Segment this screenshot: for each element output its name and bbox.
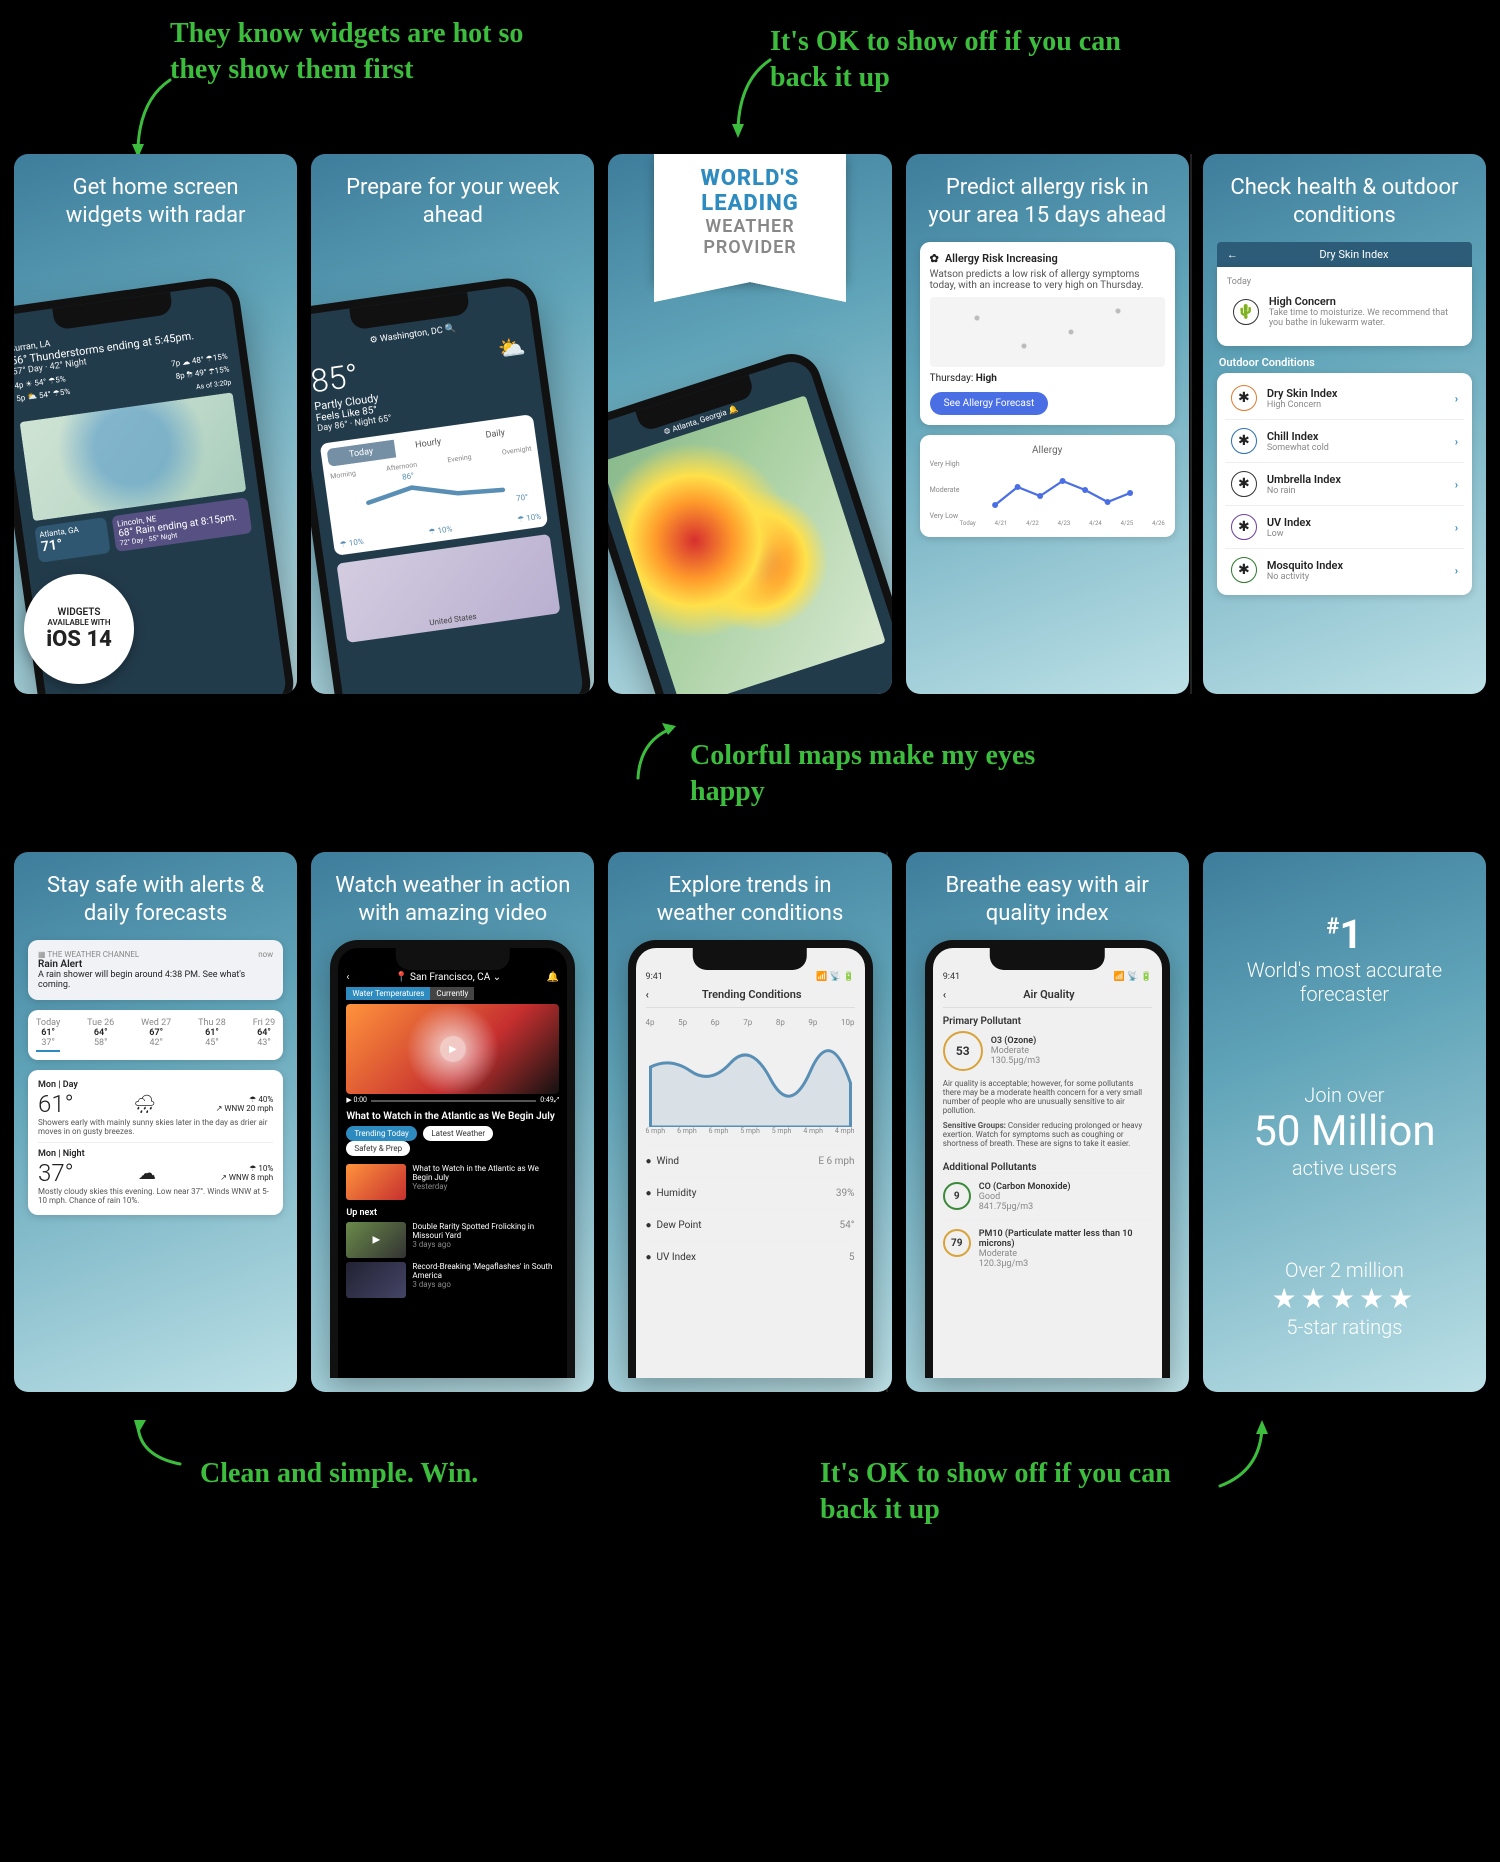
condition-icon: ✱ [1231,557,1257,583]
trend-row[interactable]: ● UV Index5 [646,1241,855,1273]
location: Washington, DC [380,326,444,345]
star-rating: ★★★★★ [1272,1282,1418,1315]
aqi-value: 53 [943,1031,983,1071]
day-column[interactable]: Wed 2767°42° [141,1018,171,1052]
play-icon[interactable]: ▶ [440,1036,466,1062]
screenshot-row-2: Stay safe with alerts & daily forecasts … [0,838,1500,1406]
panel-trends: Explore trends in weather conditions 9:4… [608,852,891,1392]
panel-headline: Explore trends in weather conditions [622,872,877,928]
panel-allergy: Predict allergy risk in your area 15 day… [906,154,1189,694]
panel-health-conditions: Check health & outdoor conditions ← Dry … [1203,154,1486,694]
annotation-top-left: They know widgets are hot so they show t… [170,16,570,89]
ios14-badge: WIDGETS AVAILABLE WITH iOS 14 [24,574,134,684]
condition-icon: ✱ [1231,514,1257,540]
screenshot-row-1: Get home screen widgets with radar Curra… [0,140,1500,708]
panel-headline: Predict allergy risk in your area 15 day… [920,174,1175,230]
back-icon[interactable]: ‹ [646,988,649,1001]
panel-headline: Prepare for your week ahead [325,174,580,230]
pill-latest[interactable]: Latest Weather [423,1126,493,1141]
night-temp: 37° [38,1159,74,1187]
annotation-bottom-right: It's OK to show off if you can back it u… [820,1456,1200,1529]
panel-video: Watch weather in action with amazing vid… [311,852,594,1392]
arrow-icon [120,1416,190,1476]
bell-icon[interactable]: 🔔 [547,972,559,983]
condition-row[interactable]: ✱ Mosquito IndexNo activity › [1225,549,1464,591]
condition-row[interactable]: ✱ Dry Skin IndexHigh Concern › [1225,377,1464,420]
pollutant-row[interactable]: 79 PM10 (Particulate matter less than 10… [943,1220,1152,1277]
rank-badge: #1 [1217,911,1472,958]
condition-icon: ✱ [1231,385,1257,411]
panel-world-leading: WORLD'S LEADING WEATHER PROVIDER ⚙ Atlan… [608,154,891,694]
chevron-right-icon: › [1455,478,1458,491]
panel-headline: Stay safe with alerts & daily forecasts [28,872,283,928]
day-column[interactable]: Fri 2964°43° [253,1018,275,1052]
pollutant-row[interactable]: 9 CO (Carbon Monoxide)Good841.75µg/m3 [943,1173,1152,1220]
condition-row[interactable]: ✱ Chill IndexSomewhat cold › [1225,420,1464,463]
panel-headline: Get home screen widgets with radar [28,174,283,230]
chevron-right-icon: › [1455,435,1458,448]
annotation-top-right: It's OK to show off if you can back it u… [770,24,1150,97]
panel-alerts: Stay safe with alerts & daily forecasts … [14,852,297,1392]
flower-icon: ✿ [930,252,939,265]
arrow-icon [620,718,680,788]
panel-headline: Breathe easy with air quality index [920,872,1175,928]
arrow-icon [720,50,780,140]
arrow-icon [1210,1416,1280,1496]
condition-icon: ✱ [1231,471,1257,497]
panel-air-quality: Breathe easy with air quality index 9:41… [906,852,1189,1392]
pill-trending[interactable]: Trending Today [346,1126,417,1141]
condition-row[interactable]: ✱ Umbrella IndexNo rain › [1225,463,1464,506]
day-temp: 61° [38,1090,74,1118]
annotation-bottom-left: Clean and simple. Win. [200,1456,478,1492]
header-bar: ← Dry Skin Index [1217,242,1472,267]
chevron-right-icon: › [1455,564,1458,577]
day-column[interactable]: Thu 2861°45° [198,1018,226,1052]
annotation-mid: Colorful maps make my eyes happy [690,738,1050,811]
panel-widgets: Get home screen widgets with radar Curra… [14,154,297,694]
chevron-right-icon: › [1455,521,1458,534]
back-icon[interactable]: ‹ [346,972,349,983]
trend-row[interactable]: ● WindE 6 mph [646,1145,855,1177]
section-label: Outdoor Conditions [1219,356,1472,369]
panel-headline: Check health & outdoor conditions [1217,174,1472,230]
allergy-card: ✿Allergy Risk Increasing Watson predicts… [920,242,1175,425]
trend-row[interactable]: ● Dew Point54° [646,1209,855,1241]
trend-row[interactable]: ● Humidity39% [646,1177,855,1209]
panel-week-ahead: Prepare for your week ahead ⚙ Washington… [311,154,594,694]
day-column[interactable]: Tue 2664°58° [87,1018,114,1052]
see-forecast-button[interactable]: See Allergy Forecast [930,392,1049,415]
pill-safety[interactable]: Safety & Prep [346,1141,410,1156]
back-icon[interactable]: ← [1227,248,1238,261]
conditions-list: ← Dry Skin Index Today 🌵 High Concern Ta… [1217,242,1472,605]
allergy-chart: Allergy Very HighModerateVery Low Today4… [920,435,1175,537]
chevron-right-icon: › [1455,392,1458,405]
back-icon[interactable]: ‹ [943,988,946,1001]
condition-row[interactable]: ✱ UV IndexLow › [1225,506,1464,549]
world-leading-ribbon: WORLD'S LEADING WEATHER PROVIDER [654,154,845,282]
condition-icon: ✱ [1231,428,1257,454]
day-column[interactable]: Today61°37° [36,1018,60,1052]
cactus-icon: 🌵 [1233,299,1259,325]
panel-accolades: #1 World's most accurate forecaster Join… [1203,852,1486,1392]
panel-headline: Watch weather in action with amazing vid… [325,872,580,928]
